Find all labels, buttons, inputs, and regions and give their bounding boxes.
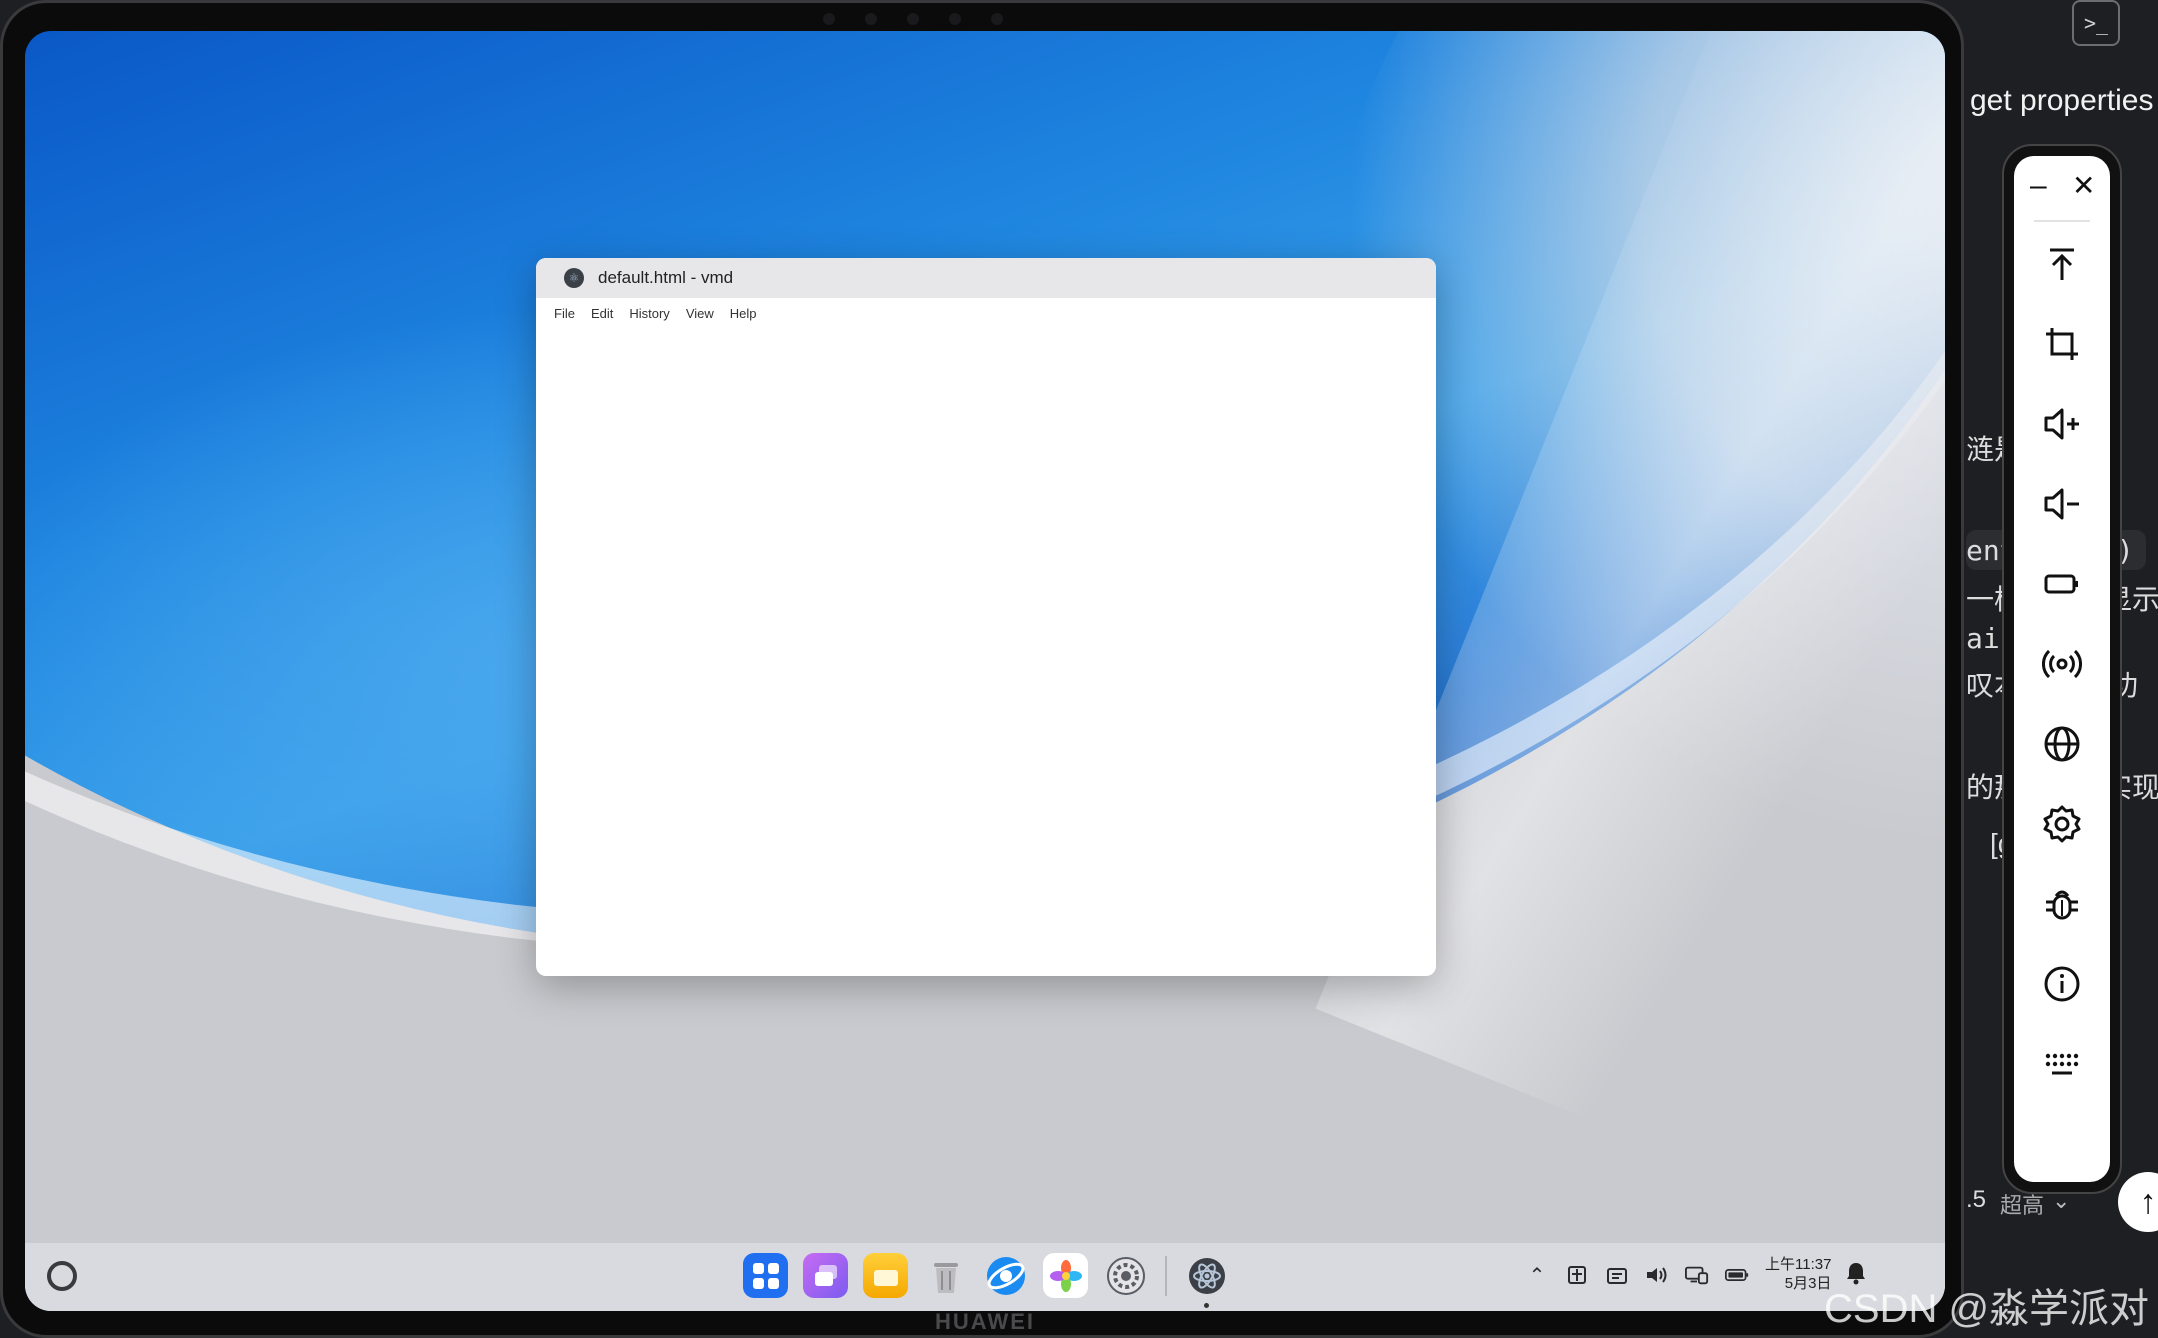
camera-array [823,13,1003,25]
volume-down-icon[interactable] [2038,480,2086,528]
info-icon[interactable] [2038,960,2086,1008]
panel-header: – ✕ [2014,156,2110,220]
document-area[interactable] [536,328,1436,976]
running-indicator [1204,1303,1209,1308]
volume-up-icon[interactable] [2038,400,2086,448]
menu-history[interactable]: History [621,306,677,321]
menu-view[interactable]: View [678,306,722,321]
minimize-icon[interactable]: – [2030,171,2047,201]
host-header: get properties [1970,84,2154,117]
move-to-top-icon[interactable] [2038,240,2086,288]
files-icon[interactable] [863,1253,908,1298]
start-button[interactable] [47,1261,77,1291]
dock [743,1253,1229,1308]
screen: ⚛ default.html - vmd File Edit History V… [25,31,1945,1311]
broadcast-icon[interactable] [2038,640,2086,688]
vmd-app-icon[interactable] [1184,1253,1229,1308]
atom-icon: ⚛ [564,268,584,288]
app-window[interactable]: ⚛ default.html - vmd File Edit History V… [536,258,1436,976]
terminal-button[interactable]: >_ [2072,0,2120,46]
menu-file[interactable]: File [546,306,583,321]
dock-separator [1165,1255,1167,1296]
bug-icon[interactable] [2038,880,2086,928]
app-center-icon[interactable] [743,1253,788,1298]
battery-icon[interactable] [2038,560,2086,608]
window-titlebar[interactable]: ⚛ default.html - vmd [536,258,1436,298]
chevron-up-icon[interactable]: ⌃ [1525,1263,1549,1287]
volume-icon[interactable] [1645,1263,1669,1287]
input-method-icon[interactable] [1565,1263,1589,1287]
connected-devices-icon[interactable] [1685,1263,1709,1287]
crop-icon[interactable] [2038,320,2086,368]
gallery-icon[interactable] [1043,1253,1088,1298]
system-tray: ⌃ [1525,1263,1749,1287]
taskbar: ⌃ 上午11:37 5月3日 [25,1243,1945,1311]
control-panel: – ✕ [2014,156,2110,1182]
menubar: File Edit History View Help [536,298,1436,328]
browser-icon[interactable] [983,1253,1028,1298]
tablet-device: HUAWEI ⚛ default.html - vmd File Edit Hi… [0,0,1964,1338]
panel-divider [2034,220,2090,222]
settings-icon[interactable] [1103,1253,1148,1298]
close-icon[interactable]: ✕ [2072,172,2095,200]
scroll-top-button[interactable]: ↑ [2118,1172,2158,1232]
clock[interactable]: 上午11:37 5月3日 [1765,1255,1831,1293]
quality-value: .5 [1966,1186,1987,1213]
clock-time: 上午11:37 [1765,1256,1832,1273]
watermark: CSDN @淼学派对 [1824,1287,2150,1331]
clock-date: 5月3日 [1784,1275,1832,1292]
keyboard-icon[interactable] [2038,1040,2086,1088]
battery-status-icon[interactable] [1725,1263,1749,1287]
device-brand: HUAWEI [935,1309,1035,1334]
menu-help[interactable]: Help [722,306,765,321]
clipboard-icon[interactable] [1605,1263,1629,1287]
gear-icon[interactable] [2038,800,2086,848]
trash-icon[interactable] [923,1253,968,1298]
window-title: default.html - vmd [598,268,734,287]
menu-edit[interactable]: Edit [583,306,621,321]
globe-icon[interactable] [2038,720,2086,768]
multi-window-icon[interactable] [803,1253,848,1298]
